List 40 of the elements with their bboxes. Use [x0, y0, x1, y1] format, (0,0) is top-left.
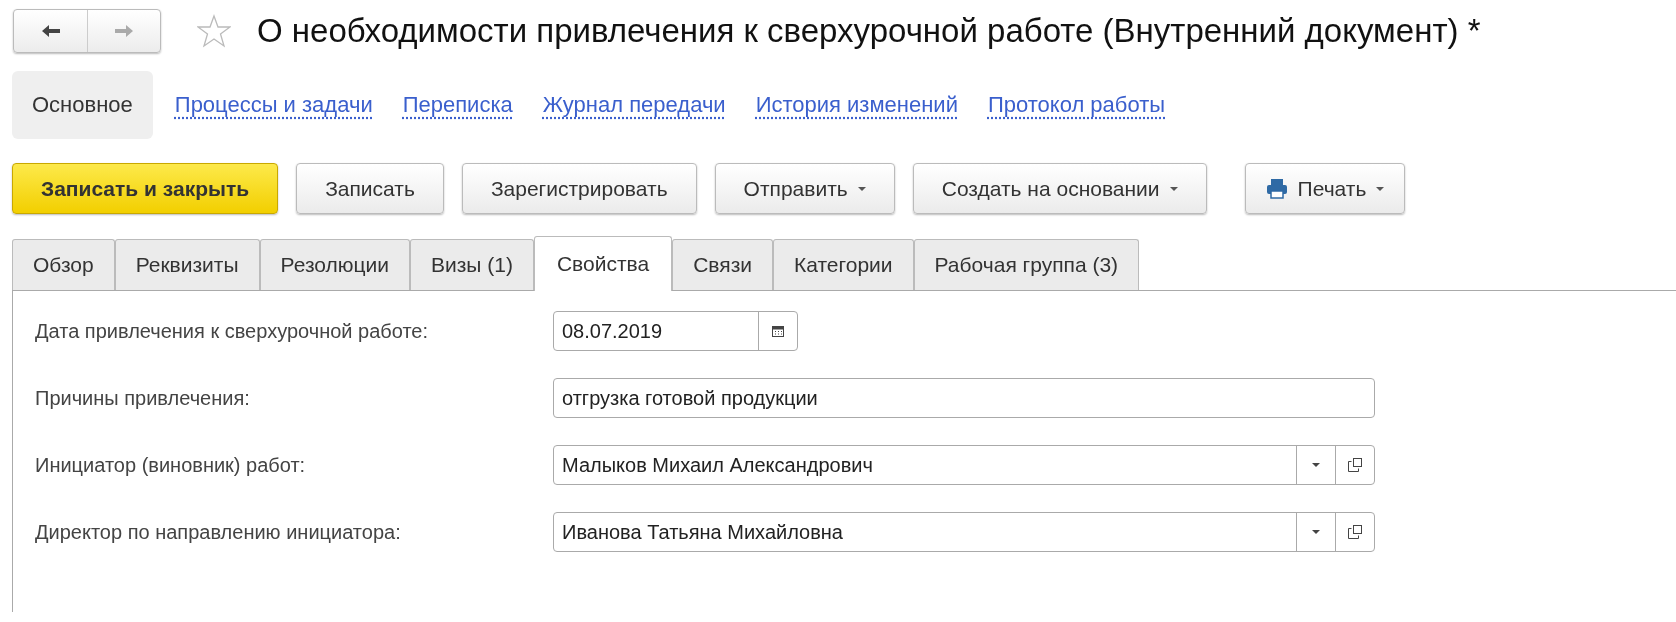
command-button[interactable]: Записать — [296, 163, 444, 214]
tab[interactable]: Реквизиты — [114, 239, 260, 290]
printer-icon — [1265, 178, 1288, 199]
command-button[interactable]: Отправить — [714, 163, 895, 214]
date-field[interactable]: 08.07.2019 — [553, 311, 798, 351]
section-link[interactable]: Журнал передачи — [534, 71, 734, 139]
open-window-icon — [1348, 525, 1362, 539]
caret-icon — [1312, 530, 1320, 534]
window-title: О необходимости привлечения к сверхурочной работе (Внутренний документ) * — [257, 12, 1481, 50]
input-field[interactable]: отгрузка готовой продукции — [553, 378, 1375, 418]
select-field[interactable]: Малыков Михаил Александрович — [553, 445, 1375, 485]
star-icon[interactable] — [197, 14, 231, 48]
section-tab[interactable]: Основное — [12, 71, 153, 139]
open-window-icon — [1348, 458, 1362, 472]
section-link[interactable]: Протокол работы — [979, 71, 1174, 139]
section-link[interactable]: Процессы и задачи — [166, 71, 381, 139]
print-button[interactable]: Печать — [1244, 163, 1406, 214]
caret-icon — [857, 186, 866, 191]
tab[interactable]: Обзор — [12, 239, 115, 290]
section-link[interactable]: История изменений — [747, 71, 966, 139]
save-close-button[interactable]: Записать и закрыть — [12, 163, 279, 214]
tab[interactable]: Резолюции — [259, 239, 410, 290]
command-button[interactable]: Создать на основании — [912, 163, 1207, 214]
caret-icon — [1376, 186, 1385, 191]
field-label: Инициатор (виновник) работ: — [35, 453, 306, 477]
field-label: Причины привлечения: — [35, 386, 250, 410]
tab[interactable]: Связи — [672, 239, 773, 290]
tab[interactable]: Рабочая группа (3) — [913, 239, 1140, 290]
section-link[interactable]: Переписка — [394, 71, 521, 139]
select-field[interactable]: Иванова Татьяна Михайловна — [553, 512, 1375, 552]
right-arrow-icon — [113, 23, 135, 39]
field-label: Директор по направлению инициатора: — [35, 520, 401, 544]
field-label: Дата привлечения к сверхурочной работе: — [35, 319, 429, 343]
tab[interactable]: Визы (1) — [410, 239, 534, 290]
tab[interactable]: Свойства — [533, 236, 673, 291]
command-button[interactable]: Зарегистрировать — [461, 163, 697, 214]
calendar-icon — [772, 325, 784, 337]
caret-icon — [1312, 463, 1320, 467]
tab[interactable]: Категории — [773, 239, 914, 290]
caret-icon — [1169, 186, 1178, 191]
